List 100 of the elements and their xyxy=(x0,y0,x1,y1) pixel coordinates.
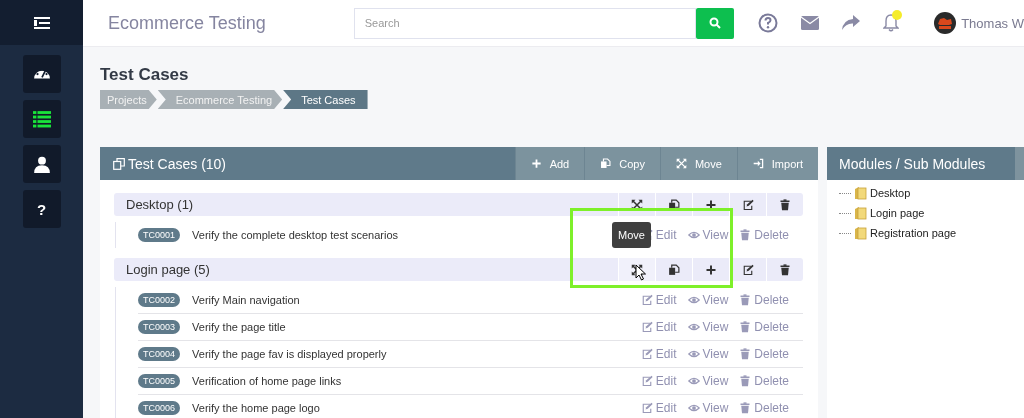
case-action-link[interactable]: View xyxy=(687,293,729,307)
edit-icon xyxy=(640,402,653,414)
copy-icon xyxy=(668,263,680,276)
group-title: Login page (5) xyxy=(125,262,210,277)
trash-icon xyxy=(739,402,752,414)
folder-icon xyxy=(854,226,867,240)
case-action-link[interactable]: View xyxy=(687,347,729,361)
copy-icon xyxy=(113,157,125,170)
case-action-link[interactable]: View xyxy=(687,320,729,334)
eye-icon xyxy=(687,294,700,306)
folder-icon xyxy=(854,186,867,200)
case-action-link[interactable]: Edit xyxy=(640,293,677,307)
copy-icon xyxy=(600,158,612,169)
case-title: Verify the home page logo xyxy=(192,402,320,414)
case-action-link[interactable]: View xyxy=(687,401,729,415)
tree-item[interactable]: Desktop xyxy=(870,187,911,199)
plus-icon xyxy=(705,263,717,276)
cursor-icon xyxy=(635,264,647,281)
plus-icon xyxy=(530,158,542,169)
breadcrumb-item[interactable]: Projects xyxy=(100,90,157,109)
edit-icon xyxy=(742,198,754,211)
copy-icon xyxy=(668,198,680,211)
trash-icon xyxy=(779,263,791,276)
toolbar-button[interactable]: Copy xyxy=(584,147,660,180)
case-title: Verify the page fav is displayed properly xyxy=(192,348,387,360)
sidebar-item[interactable] xyxy=(22,100,61,138)
case-action-link[interactable]: View xyxy=(687,374,729,388)
trash-icon xyxy=(739,348,752,360)
tree-item[interactable]: Login page xyxy=(870,207,925,219)
user-name[interactable]: Thomas W xyxy=(961,15,1024,31)
eye-icon xyxy=(687,348,700,360)
mail-icon[interactable] xyxy=(801,16,820,30)
move-icon xyxy=(631,263,643,276)
trash-icon xyxy=(739,321,752,333)
toolbar-button[interactable]: Move xyxy=(659,147,737,180)
group-header[interactable]: Desktop (1) xyxy=(114,193,803,216)
move-icon xyxy=(675,158,687,169)
edit-icon xyxy=(742,263,754,276)
group-header[interactable]: Login page (5) xyxy=(114,258,803,281)
case-title: Verification of home page links xyxy=(192,375,342,387)
trash-icon xyxy=(739,375,752,387)
case-action-link[interactable]: Delete xyxy=(739,293,789,307)
case-action-link[interactable]: Delete xyxy=(739,401,789,415)
user-icon xyxy=(32,155,51,173)
move-icon xyxy=(631,198,643,211)
toolbar-button[interactable]: Add xyxy=(514,147,585,180)
folder-icon xyxy=(854,206,867,220)
sidebar-item[interactable] xyxy=(22,145,61,183)
breadcrumb-item[interactable]: Ecommerce Testing xyxy=(157,90,283,109)
tree-item[interactable]: Registration page xyxy=(870,227,957,239)
eye-icon xyxy=(687,375,700,387)
case-id-badge: TC0004 xyxy=(138,347,181,361)
trash-icon xyxy=(739,294,752,306)
group-title: Desktop (1) xyxy=(125,197,194,212)
edit-icon xyxy=(640,321,653,333)
case-title: Verify the page title xyxy=(192,321,286,333)
search-field[interactable]: Search xyxy=(353,7,697,39)
edit-icon xyxy=(640,348,653,360)
edit-icon xyxy=(640,294,653,306)
trash-icon xyxy=(779,198,791,211)
case-id-badge: TC0002 xyxy=(138,293,181,307)
eye-icon xyxy=(687,402,700,414)
case-id-badge: TC0006 xyxy=(138,401,181,415)
trash-icon xyxy=(739,229,752,241)
sidebar-item[interactable] xyxy=(22,55,61,93)
case-action-link[interactable]: Delete xyxy=(739,320,789,334)
case-action-link[interactable]: Edit xyxy=(640,347,677,361)
bell-icon[interactable] xyxy=(883,14,900,32)
case-title: Verify the complete desktop test scenarios xyxy=(192,229,399,241)
breadcrumb-item[interactable]: Test Cases xyxy=(283,90,368,109)
page-title: Test Cases xyxy=(100,65,190,85)
case-action-link[interactable]: Delete xyxy=(739,374,789,388)
case-id-badge: TC0003 xyxy=(138,320,181,334)
case-action-link[interactable]: Edit xyxy=(640,401,677,415)
case-action-link[interactable]: Edit xyxy=(640,320,677,334)
case-action-link[interactable]: Edit xyxy=(640,374,677,388)
help-icon[interactable] xyxy=(758,13,779,33)
search-icon xyxy=(709,17,722,29)
case-id-badge: TC0001 xyxy=(138,228,181,242)
case-action-link[interactable]: Delete xyxy=(739,347,789,361)
case-title: Verify Main navigation xyxy=(192,294,300,306)
import-icon xyxy=(752,158,764,169)
panel-title: Modules / Sub Modules xyxy=(839,155,987,172)
toolbar-button[interactable]: Import xyxy=(736,147,818,180)
share-icon[interactable] xyxy=(842,15,861,31)
project-title: Ecommerce Testing xyxy=(108,12,267,34)
case-action-link[interactable]: View xyxy=(687,228,729,242)
list-icon xyxy=(32,110,51,128)
group-action-button[interactable] xyxy=(618,258,655,281)
case-id-badge: TC0005 xyxy=(138,374,181,388)
plus-icon xyxy=(705,198,717,211)
eye-icon xyxy=(687,321,700,333)
eye-icon xyxy=(687,229,700,241)
panel-title: Test Cases (10) xyxy=(128,155,227,172)
avatar-icon[interactable] xyxy=(934,12,957,34)
case-action-link[interactable]: Delete xyxy=(739,228,789,242)
sidebar-item[interactable]: ? xyxy=(22,190,61,228)
menu-icon[interactable] xyxy=(33,16,50,29)
edit-icon xyxy=(640,375,653,387)
tooltip: Move xyxy=(612,222,651,248)
